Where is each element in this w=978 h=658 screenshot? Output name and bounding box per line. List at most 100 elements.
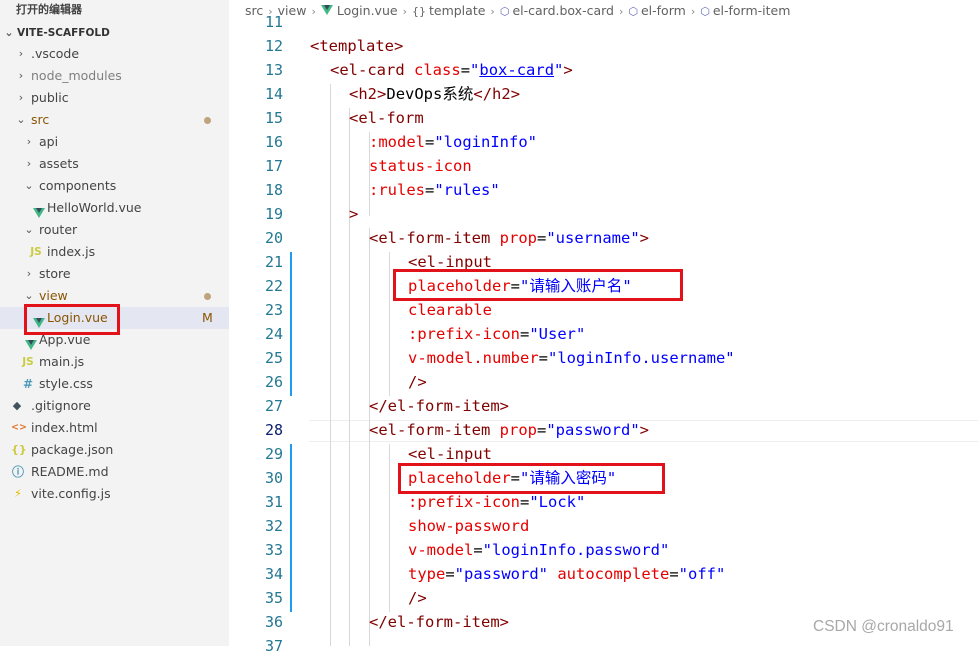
tree-item-node-modules[interactable]: › node_modules xyxy=(0,65,229,87)
chevron-right-icon: › xyxy=(26,267,32,280)
element-icon: ⬡ xyxy=(700,5,710,18)
code-line: <el-card class="box-card"> xyxy=(330,61,573,79)
chevron-right-icon: › xyxy=(26,135,32,148)
chevron-down-icon: ⌄ xyxy=(16,113,26,126)
line-number: 35 xyxy=(264,589,283,607)
tree-item-assets[interactable]: › assets xyxy=(0,153,229,175)
line-number: 21 xyxy=(264,253,283,271)
tree-item-router[interactable]: ⌄ router xyxy=(0,219,229,241)
watermark: CSDN @cronaldo91 xyxy=(813,618,954,635)
breadcrumb-item[interactable]: el-form xyxy=(641,3,686,18)
highlight-box xyxy=(398,463,665,494)
chevron-right-icon: › xyxy=(490,5,495,18)
vue-file-icon xyxy=(320,2,333,17)
modified-dot-icon xyxy=(204,117,211,124)
breadcrumb-item[interactable]: el-card.box-card xyxy=(512,3,614,18)
tree-item-label: router xyxy=(39,222,78,237)
line-number: 26 xyxy=(264,373,283,391)
code-line: </el-form-item> xyxy=(369,397,509,415)
code-line: type="password" autocomplete="off" xyxy=(408,565,726,583)
indent-guide xyxy=(330,84,331,646)
tree-item-label: index.js xyxy=(47,244,96,259)
tree-item-style[interactable]: # style.css xyxy=(0,373,229,395)
breadcrumb: src › view › Login.vue ›{} template › ⬡ el-card.b… xyxy=(245,0,790,22)
line-number: 20 xyxy=(264,229,283,247)
tree-item-store[interactable]: › store xyxy=(0,263,229,285)
root-folder-row[interactable]: ⌄ VITE-SCAFFOLD xyxy=(0,22,229,44)
root-folder-label: VITE-SCAFFOLD xyxy=(17,27,110,39)
open-editors-title: 打开的编辑器 xyxy=(16,3,82,16)
line-number: 36 xyxy=(264,613,283,631)
modified-dot-icon xyxy=(204,293,211,300)
breadcrumb-item[interactable]: Login.vue xyxy=(337,3,398,18)
indent-guide xyxy=(389,444,390,612)
gutter-modified-marker xyxy=(290,252,292,396)
element-icon: ⬡ xyxy=(499,5,510,18)
git-modified-badge: M xyxy=(202,310,213,325)
code-line: v-model="loginInfo.password" xyxy=(408,541,670,559)
open-editors-header[interactable]: 打开的编辑器 xyxy=(0,0,229,22)
html-file-icon: <> xyxy=(11,422,27,433)
chevron-right-icon: › xyxy=(18,69,24,82)
code-line: <template> xyxy=(310,37,404,55)
line-number: 25 xyxy=(264,349,283,367)
line-number: 28 xyxy=(264,421,283,439)
tree-item-label: public xyxy=(31,90,69,105)
tree-item-vite-config[interactable]: ⚡ vite.config.js xyxy=(0,483,229,505)
chevron-down-icon: ⌄ xyxy=(24,223,34,236)
line-number: 16 xyxy=(264,133,283,151)
element-icon: ⬡ xyxy=(628,5,638,18)
tree-item-label: style.css xyxy=(39,376,93,391)
code-line: v-model.number="loginInfo.username" xyxy=(408,349,735,367)
tree-item-label: vite.config.js xyxy=(31,486,111,501)
json-file-icon: {} xyxy=(11,443,27,456)
chevron-right-icon: › xyxy=(311,5,316,18)
breadcrumb-item[interactable]: el-form-item xyxy=(713,3,791,18)
tree-item-src[interactable]: ⌄ src xyxy=(0,109,229,131)
tree-item-package-json[interactable]: {} package.json xyxy=(0,439,229,461)
indent-guide xyxy=(389,252,390,396)
code-line: clearable xyxy=(408,301,492,319)
code-line: <el-form-item prop="password"> xyxy=(369,421,650,439)
tree-item-label: main.js xyxy=(39,354,85,369)
chevron-right-icon: › xyxy=(618,5,624,18)
indent-guide xyxy=(349,108,350,646)
braces-icon: {} xyxy=(411,5,426,18)
vite-file-icon: ⚡ xyxy=(14,487,22,500)
chevron-right-icon: › xyxy=(18,91,24,104)
tree-item-vscode[interactable]: › .vscode xyxy=(0,43,229,65)
line-number: 37 xyxy=(264,637,283,655)
tree-item-public[interactable]: › public xyxy=(0,87,229,109)
tree-item-index-html[interactable]: <> index.html xyxy=(0,417,229,439)
tree-item-gitignore[interactable]: ◆ .gitignore xyxy=(0,395,229,417)
info-file-icon: ⓘ xyxy=(11,465,24,479)
tree-item-helloworld[interactable]: HelloWorld.vue xyxy=(0,197,229,219)
breadcrumb-item[interactable]: template xyxy=(429,3,485,18)
code-line: show-password xyxy=(408,517,530,535)
tree-item-label: .gitignore xyxy=(31,398,91,413)
css-file-icon: # xyxy=(22,377,34,391)
git-file-icon: ◆ xyxy=(12,399,22,412)
tree-item-router-index[interactable]: JS index.js xyxy=(0,241,229,263)
tree-item-main[interactable]: JS main.js xyxy=(0,351,229,373)
code-line: status-icon xyxy=(369,157,472,175)
line-number: 11 xyxy=(264,13,283,31)
line-number: 12 xyxy=(264,37,283,55)
line-number: 19 xyxy=(264,205,283,223)
tree-item-label: package.json xyxy=(31,442,114,457)
code-line: <h2>DevOps系统</h2> xyxy=(349,85,521,103)
highlight-box xyxy=(24,304,120,335)
chevron-right-icon: › xyxy=(690,5,696,18)
tree-item-readme[interactable]: ⓘ README.md xyxy=(0,461,229,483)
tree-item-api[interactable]: › api xyxy=(0,131,229,153)
tree-item-label: index.html xyxy=(31,420,98,435)
explorer-sidebar: 打开的编辑器 ⌄ VITE-SCAFFOLD › .vscode › node_… xyxy=(0,0,229,646)
chevron-right-icon: › xyxy=(402,5,407,18)
code-line: /> xyxy=(408,373,427,391)
tree-item-label: api xyxy=(39,134,59,149)
js-file-icon: JS xyxy=(30,246,42,258)
code-editor[interactable]: src › view › Login.vue ›{} template › ⬡ el-card.b… xyxy=(229,0,978,655)
line-number: 33 xyxy=(264,541,283,559)
tree-item-label: .vscode xyxy=(31,46,80,61)
tree-item-components[interactable]: ⌄ components xyxy=(0,175,229,197)
